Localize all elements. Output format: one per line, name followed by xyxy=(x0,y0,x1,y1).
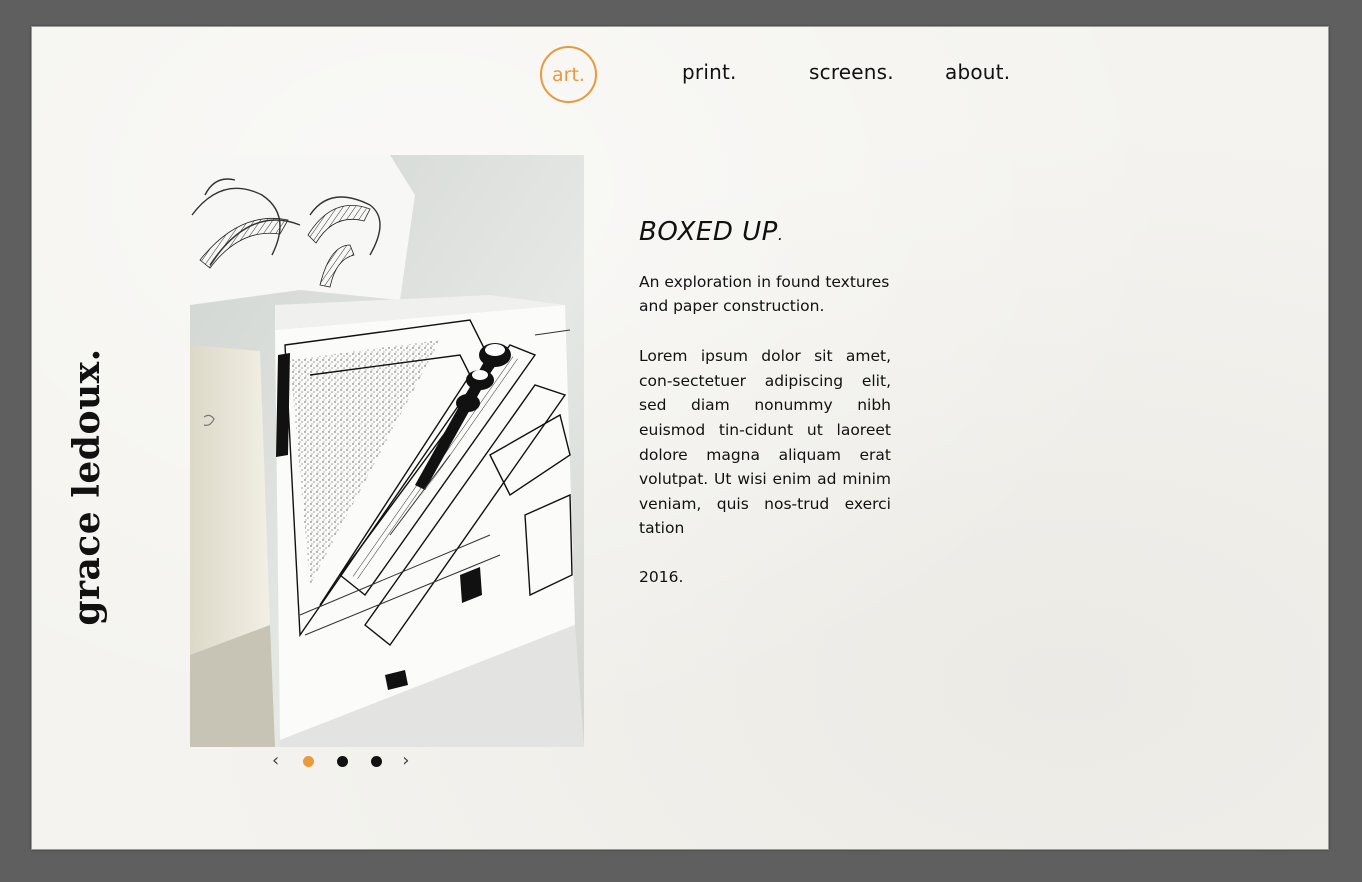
project-image xyxy=(190,155,584,747)
carousel-dot[interactable] xyxy=(371,755,383,767)
nav-item-label: art. xyxy=(552,63,585,86)
project-subtitle: An exploration in found textures and pap… xyxy=(639,273,890,316)
nav-item-art[interactable]: art. xyxy=(540,46,597,103)
project-title-text: BOXED UP xyxy=(639,217,778,247)
project-description: BOXED UP. An exploration in found textur… xyxy=(639,217,891,589)
page-canvas: art. print. screens. about. grace ledoux… xyxy=(31,26,1329,850)
chevron-right-icon[interactable]: › xyxy=(402,751,409,771)
project-body: Lorem ipsum dolor sit amet, con-sectetue… xyxy=(639,347,891,538)
boxed-up-artwork xyxy=(190,155,584,747)
chevron-left-icon[interactable]: ‹ xyxy=(272,751,279,771)
nav-item-print[interactable]: print. xyxy=(682,60,737,84)
site-name[interactable]: grace ledoux. xyxy=(66,348,108,625)
carousel-dot[interactable] xyxy=(303,755,315,767)
carousel-controls: ‹ › xyxy=(272,751,409,771)
project-year: 2016. xyxy=(639,567,684,586)
carousel-dot[interactable] xyxy=(337,755,349,767)
project-title-suffix: . xyxy=(777,225,784,244)
nav-item-about[interactable]: about. xyxy=(945,60,1010,84)
nav-item-screens[interactable]: screens. xyxy=(809,60,894,84)
project-title: BOXED UP. xyxy=(639,217,891,248)
